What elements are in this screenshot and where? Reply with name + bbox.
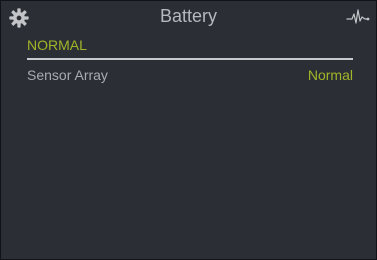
battery-panel: Battery NORMAL Sensor Array Normal	[0, 0, 377, 260]
pulse-icon[interactable]	[346, 8, 370, 26]
panel-title: Battery	[159, 6, 218, 26]
sensor-row: Sensor Array Normal	[27, 66, 353, 84]
sensor-label: Sensor Array	[27, 67, 108, 83]
sensor-value: Normal	[307, 67, 353, 83]
status-header: NORMAL	[27, 36, 353, 60]
status-text: NORMAL	[27, 37, 87, 53]
panel-header: Battery	[1, 1, 376, 33]
